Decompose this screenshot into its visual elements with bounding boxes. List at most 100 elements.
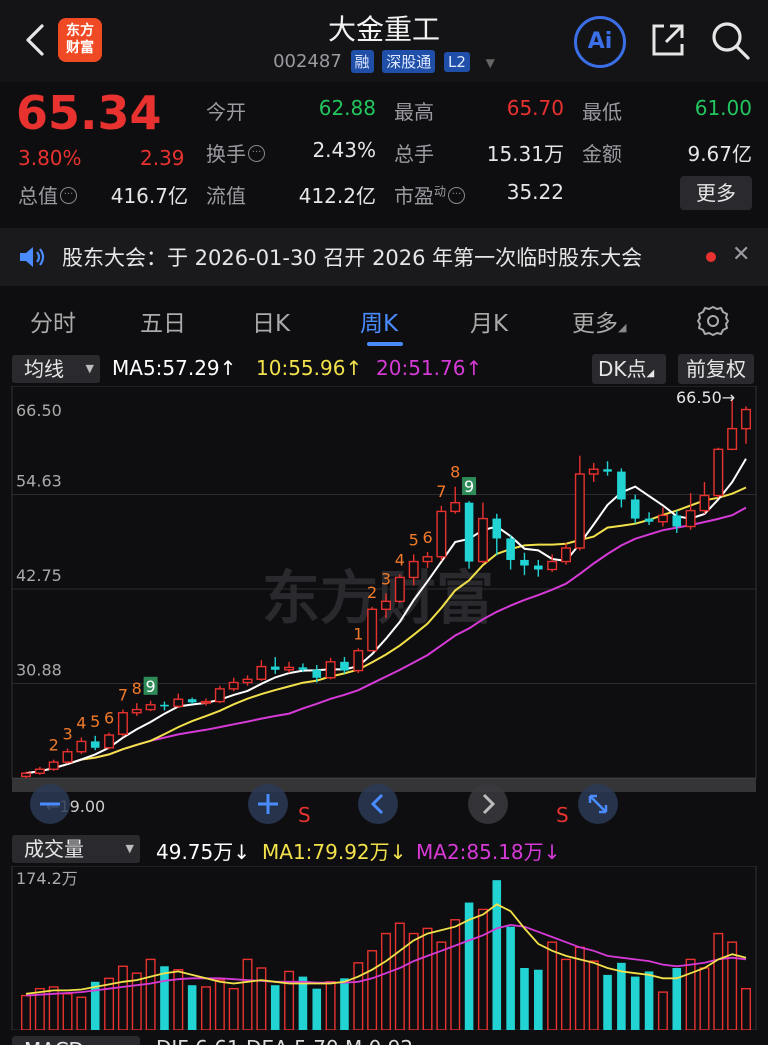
open-value: 62.88	[318, 96, 376, 120]
candle-body	[62, 751, 73, 763]
candle-body	[603, 469, 612, 472]
volume-chart[interactable]: 174.2万	[0, 866, 768, 1030]
volume-bar	[644, 971, 654, 1030]
volume-bar	[408, 932, 419, 1030]
more-button[interactable]: 更多	[680, 176, 752, 210]
candle-body	[284, 666, 295, 671]
candle-body	[76, 740, 87, 753]
candle-body	[104, 734, 115, 749]
info-icon[interactable]: ···	[248, 145, 265, 162]
candle-body	[353, 649, 364, 672]
volume-value: 15.31万	[486, 142, 564, 166]
share-icon[interactable]	[648, 20, 688, 60]
ma-select[interactable]: 均线 ▼	[12, 355, 100, 383]
info-icon[interactable]: ···	[448, 187, 466, 204]
quote-panel: 65.34 3.80% 2.39 今开 62.88 最高 65.70 最低 61…	[0, 82, 768, 222]
volume-select[interactable]: 成交量 ▼	[12, 835, 140, 863]
candle-body	[477, 517, 488, 563]
td-label: 2	[49, 736, 59, 755]
ma5-value: MA5:57.29↑	[112, 356, 237, 380]
candle-body	[214, 688, 225, 703]
td-label-text: 5	[90, 712, 100, 731]
low-label: 最低	[582, 100, 622, 124]
candle-body	[741, 408, 751, 430]
volume-bar	[741, 987, 751, 1030]
td-label-text: 6	[422, 528, 432, 547]
volume-bar	[312, 988, 322, 1030]
gear-icon[interactable]	[696, 304, 730, 338]
last-price: 65.34	[16, 86, 162, 140]
volume-ma1: MA1:79.92万↓	[262, 840, 407, 864]
scroll-right-button[interactable]	[468, 784, 508, 824]
volume-bar	[547, 941, 558, 1030]
volume-bar	[422, 927, 433, 1030]
candle-body	[422, 556, 433, 563]
volume-bar	[394, 922, 405, 1030]
td-label: 6	[422, 528, 432, 547]
candle-body	[699, 494, 710, 512]
close-icon[interactable]: ✕	[732, 242, 750, 267]
chevron-down-icon[interactable]: ▼	[486, 56, 495, 70]
scroll-left-button[interactable]	[358, 784, 398, 824]
low-value: 61.00	[694, 96, 752, 120]
macd-select[interactable]: MACD	[12, 1036, 140, 1045]
announcement-bar[interactable]: 股东大会：于 2026-01-30 召开 2026 年第一次临时股东大会 ✕	[0, 228, 768, 286]
info-icon[interactable]: ···	[60, 187, 77, 204]
volume-bar	[617, 962, 626, 1030]
dk-point-button[interactable]: DK点◢	[592, 354, 666, 384]
tab-monthly-k[interactable]: 月K	[470, 304, 508, 338]
td-label: 5	[90, 712, 100, 731]
volume-bar	[367, 950, 378, 1030]
tab-five-day[interactable]: 五日	[140, 304, 186, 338]
td-label: 2	[367, 583, 377, 602]
candle-body	[534, 565, 543, 570]
volume-bar	[353, 962, 364, 1030]
volume-bar	[450, 919, 461, 1030]
candle-body	[450, 501, 461, 513]
tab-daily-k[interactable]: 日K	[252, 304, 290, 338]
ma-indicator-row: 均线 ▼ MA5:57.29↑ 10:55.96↑ 20:51.76↑ DK点◢ …	[0, 354, 768, 384]
fullscreen-button[interactable]	[578, 784, 618, 824]
td-label-text: 5	[409, 530, 419, 549]
volume-bar	[561, 958, 571, 1030]
volume-bar	[603, 974, 612, 1030]
tab-weekly-k[interactable]: 周K	[360, 304, 398, 338]
candle-body	[685, 509, 696, 528]
tab-intraday[interactable]: 分时	[30, 304, 76, 338]
zoom-out-button[interactable]	[30, 784, 70, 824]
volume-bar	[131, 972, 142, 1030]
candle-body	[617, 471, 626, 500]
td-label-text: 3	[62, 725, 72, 744]
macd-indicator-row: MACD DIF 6.61 DEA 5.70 M 0.92	[0, 1030, 768, 1045]
candle-body	[131, 708, 142, 714]
search-icon[interactable]	[708, 18, 752, 62]
macd-values: DIF 6.61 DEA 5.70 M 0.92	[156, 1036, 413, 1045]
kline-chart[interactable]: 东方财富 23456789123456789 66.5054.6342.7530…	[0, 386, 768, 832]
td-label: 7	[436, 482, 446, 501]
y-axis-labels: 66.50 54.63 42.75 30.88	[16, 401, 62, 679]
volume-bar	[242, 958, 253, 1030]
volume-bar	[685, 958, 696, 1030]
volume-bar	[187, 985, 197, 1030]
volume-bar	[201, 986, 211, 1030]
td-label-text: 4	[395, 550, 405, 569]
candle-body	[588, 468, 599, 475]
candle-body	[298, 667, 308, 670]
tab-more[interactable]: 更多◢	[572, 304, 626, 338]
candle-body	[325, 661, 336, 679]
l2-tag: L2	[444, 52, 470, 72]
amount-value: 9.67亿	[687, 142, 752, 166]
forward-adjust-button[interactable]: 前复权	[678, 354, 754, 384]
volume-bar	[160, 966, 169, 1030]
td-label: 8	[450, 463, 460, 482]
volume-ma2: MA2:85.18万↓	[416, 840, 561, 864]
td-label-text: 4	[76, 713, 86, 732]
td-label-text: 7	[436, 482, 446, 501]
ai-button[interactable]: Ai	[574, 16, 626, 68]
zoom-in-button[interactable]	[248, 784, 288, 824]
y-tick-label: 42.75	[16, 566, 62, 585]
change-percent: 3.80%	[18, 146, 82, 170]
active-tab-indicator	[367, 342, 403, 346]
candle-body	[117, 712, 128, 735]
volume-bar	[381, 932, 391, 1030]
